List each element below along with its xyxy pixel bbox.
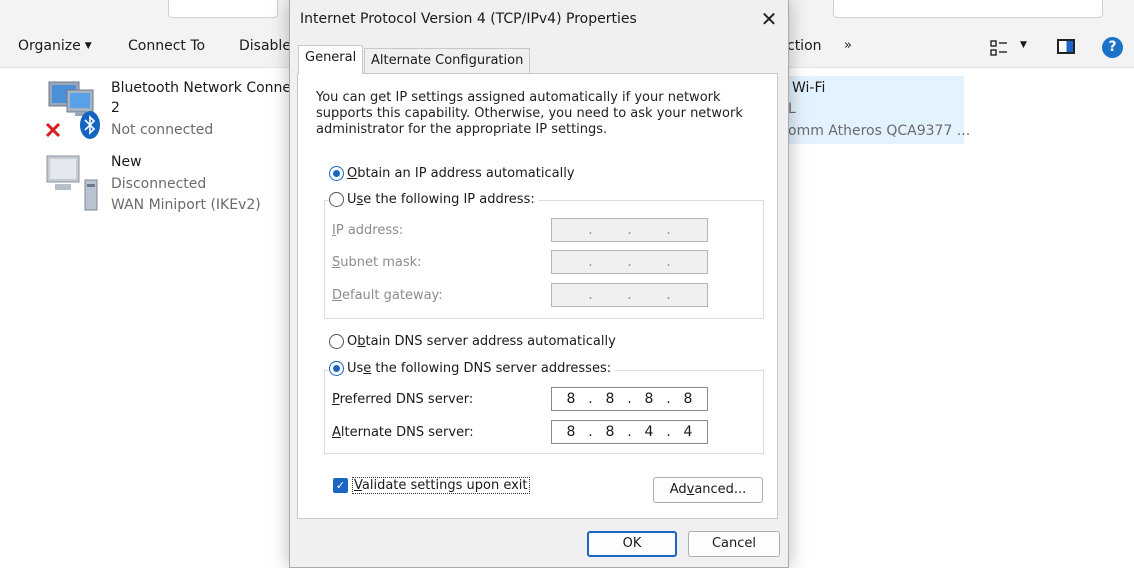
ipv4-properties-dialog: Internet Protocol Version 4 (TCP/IPv4) P… — [289, 0, 789, 568]
preferred-dns-input[interactable]: 8.8.8.8 — [551, 387, 708, 411]
use-following-dns-radio[interactable]: Use the following DNS server addresses: — [329, 361, 616, 376]
radio-label: Use the following IP address: — [347, 192, 535, 207]
connection-name-line2: 2 — [111, 100, 120, 116]
connection-name: New — [111, 154, 142, 170]
radio-label: Obtain DNS server address automatically — [347, 334, 616, 349]
connection-name: Bluetooth Network Connec — [111, 80, 299, 96]
chevron-down-icon[interactable]: ▼ — [1020, 40, 1027, 50]
validate-settings-checkbox[interactable]: ✓ Validate settings upon exit — [333, 477, 530, 494]
network-computer-icon — [46, 155, 98, 211]
checkbox-checked-icon: ✓ — [333, 478, 348, 493]
close-icon[interactable]: ✕ — [758, 8, 780, 30]
radio-checked-icon — [329, 166, 344, 181]
alternate-dns-label: Alternate DNS server: — [332, 425, 474, 440]
subnet-mask-input[interactable]: ... — [551, 250, 708, 274]
default-gateway-label: Default gateway: — [332, 288, 443, 303]
radio-unchecked-icon — [329, 192, 344, 207]
connection-status: Not connected — [111, 122, 214, 138]
action-button[interactable]: ction — [787, 38, 822, 54]
subnet-mask-label: Subnet mask: — [332, 255, 422, 270]
radio-label: Use the following DNS server addresses: — [347, 361, 612, 376]
advanced-button[interactable]: Advanced... — [653, 477, 763, 503]
radio-unchecked-icon — [329, 334, 344, 349]
preferred-dns-label: Preferred DNS server: — [332, 392, 474, 407]
search-box[interactable] — [833, 0, 1103, 18]
alternate-dns-input[interactable]: 8.8.4.4 — [551, 420, 708, 444]
tab-general[interactable]: General — [298, 45, 364, 74]
dialog-titlebar[interactable]: Internet Protocol Version 4 (TCP/IPv4) P… — [290, 0, 788, 40]
obtain-dns-auto-radio[interactable]: Obtain DNS server address automatically — [329, 334, 620, 349]
general-tab-panel: You can get IP settings assigned automat… — [297, 73, 778, 519]
cancel-button[interactable]: Cancel — [688, 531, 780, 557]
info-text: You can get IP settings assigned automat… — [316, 90, 743, 137]
layout-view-icon[interactable] — [990, 40, 1008, 56]
wifi-device: omm Atheros QCA9377 ... — [788, 123, 971, 139]
address-bar[interactable] — [168, 0, 278, 18]
bluetooth-icon — [80, 111, 100, 139]
connection-device: WAN Miniport (IKEv2) — [111, 197, 261, 213]
more-commands-button[interactable]: » — [844, 38, 852, 53]
help-icon[interactable]: ? — [1102, 37, 1123, 58]
connect-to-button[interactable]: Connect To — [128, 38, 205, 54]
preview-pane-icon[interactable] — [1057, 39, 1075, 54]
connection-status: Disconnected — [111, 176, 207, 192]
wifi-line2: L — [788, 101, 796, 117]
disconnected-x-icon — [45, 122, 61, 138]
chevron-down-icon: ▼ — [84, 41, 92, 51]
tab-alternate-configuration[interactable]: Alternate Configuration — [364, 48, 531, 73]
radio-checked-icon — [329, 361, 344, 376]
radio-label: Obtain an IP address automatically — [347, 166, 575, 181]
ip-address-label: IP address: — [332, 223, 404, 238]
organize-label: Organize — [18, 38, 81, 54]
organize-button[interactable]: Organize ▼ — [18, 38, 92, 54]
wifi-name: Wi-Fi — [792, 80, 826, 96]
ip-address-input[interactable]: ... — [551, 218, 708, 242]
obtain-ip-auto-radio[interactable]: Obtain an IP address automatically — [329, 166, 579, 181]
dialog-title: Internet Protocol Version 4 (TCP/IPv4) P… — [300, 11, 637, 27]
use-following-ip-radio[interactable]: Use the following IP address: — [329, 192, 539, 207]
validate-settings-label: Validate settings upon exit — [352, 477, 530, 494]
disable-button[interactable]: Disable — [239, 38, 291, 54]
default-gateway-input[interactable]: ... — [551, 283, 708, 307]
ok-button[interactable]: OK — [587, 531, 677, 557]
